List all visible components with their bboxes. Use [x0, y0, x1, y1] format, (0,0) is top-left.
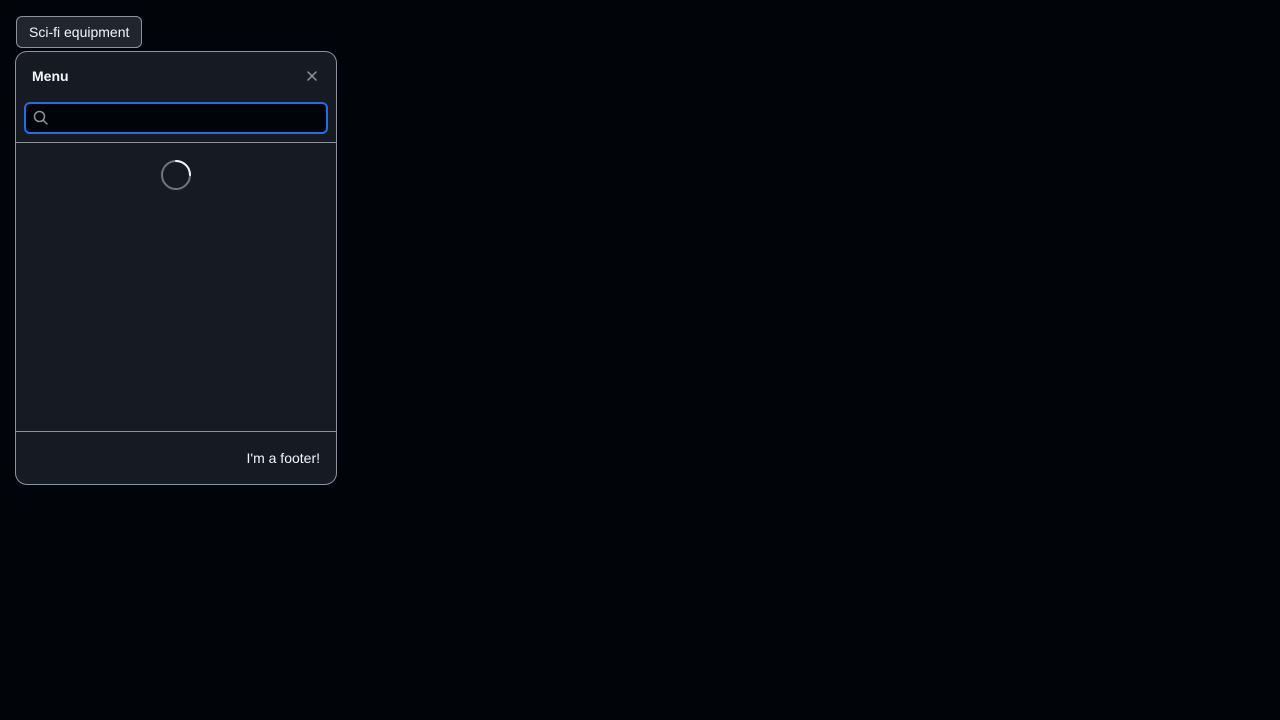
loading-spinner-icon — [161, 160, 191, 190]
panel-footer: I'm a footer! — [16, 432, 336, 484]
close-button[interactable] — [300, 64, 324, 88]
sci-fi-equipment-button[interactable]: Sci-fi equipment — [16, 16, 143, 48]
search-input[interactable] — [26, 104, 326, 132]
search-container — [16, 100, 336, 142]
search-icon — [33, 110, 49, 126]
panel-body — [16, 143, 336, 431]
panel-header: Menu — [16, 52, 336, 100]
search-field — [24, 102, 328, 134]
close-icon — [304, 68, 320, 84]
footer-text: I'm a footer! — [246, 450, 320, 466]
menu-panel: Menu I'm a footer! — [15, 51, 337, 485]
panel-title: Menu — [32, 68, 69, 84]
